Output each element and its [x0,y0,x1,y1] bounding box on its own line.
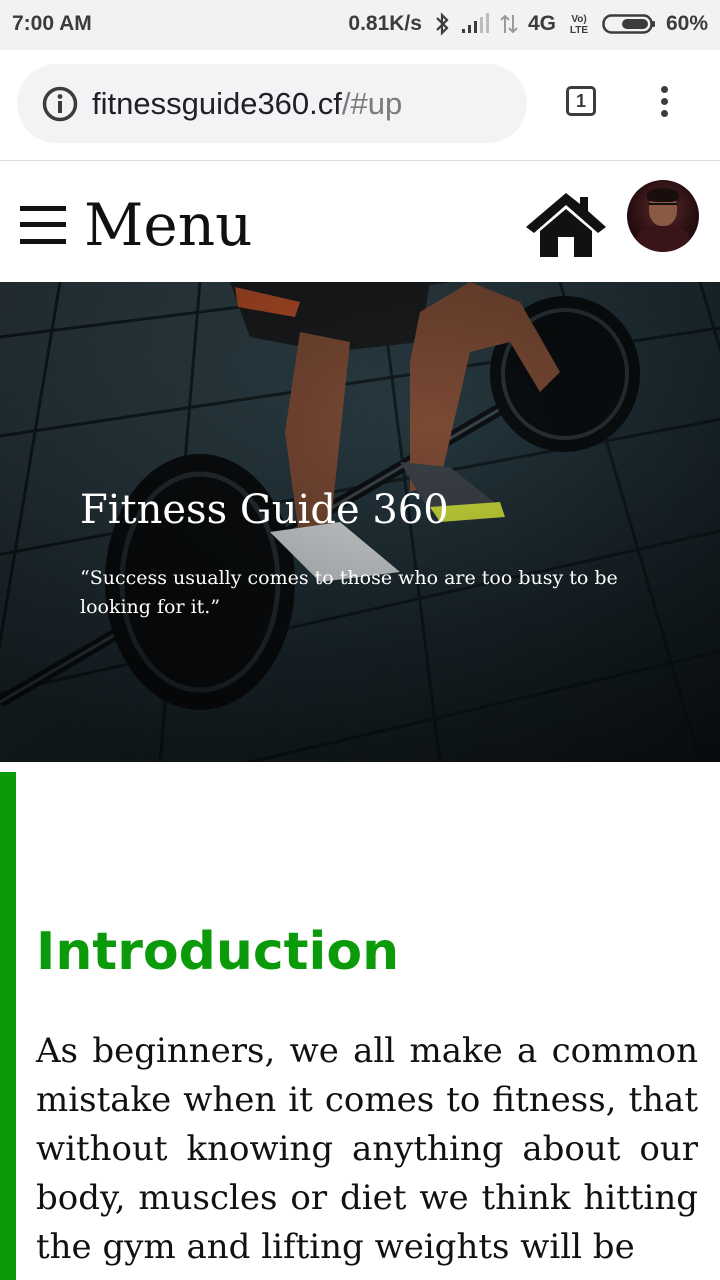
menu-label: Menu [84,191,253,259]
tab-count: 1 [575,90,586,111]
browser-toolbar: fitnessguide360.cf/#up 1 [0,50,720,161]
address-bar[interactable]: fitnessguide360.cf/#up [17,64,527,143]
url-fragment: /#up [341,86,403,121]
section-heading: Introduction [36,922,400,982]
hero-title: Fitness Guide 360 [80,487,449,533]
menu-button[interactable]: Menu [20,191,252,259]
site-header: Menu [0,161,720,282]
url-host: fitnessguide360.cf [92,86,342,121]
battery-icon [602,13,656,35]
battery-percent: 60% [665,12,708,35]
url-text[interactable]: fitnessguide360.cf/#up [92,86,402,122]
home-icon[interactable] [524,191,608,264]
main-content: Introduction As beginners, we all make a… [0,772,720,1280]
svg-text:Vo): Vo) [571,14,586,25]
status-bar: 7:00 AM 0.81K/s 4G Vo) LTE 60% [0,0,720,50]
bluetooth-icon [434,12,450,36]
accent-bar [0,772,16,1280]
signal-icon [460,13,490,35]
data-transfer-icon [500,13,518,35]
volte-icon: Vo) LTE [566,12,592,36]
hero-quote: “Success usually comes to those who are … [80,567,618,618]
network-type: 4G [527,12,556,35]
svg-text:LTE: LTE [570,25,588,36]
network-speed: 0.81K/s [348,12,422,35]
tab-switcher-button[interactable]: 1 [566,86,600,120]
status-indicators: 0.81K/s 4G Vo) LTE 60% [348,12,708,36]
hero-banner: Fitness Guide 360 “Success usually comes… [0,282,720,762]
status-time: 7:00 AM [12,12,92,35]
hamburger-icon [20,204,66,246]
section-body: As beginners, we all make a common mista… [36,1031,698,1267]
info-icon[interactable] [41,85,79,128]
user-avatar[interactable] [627,180,699,252]
more-options-icon[interactable] [656,86,672,122]
